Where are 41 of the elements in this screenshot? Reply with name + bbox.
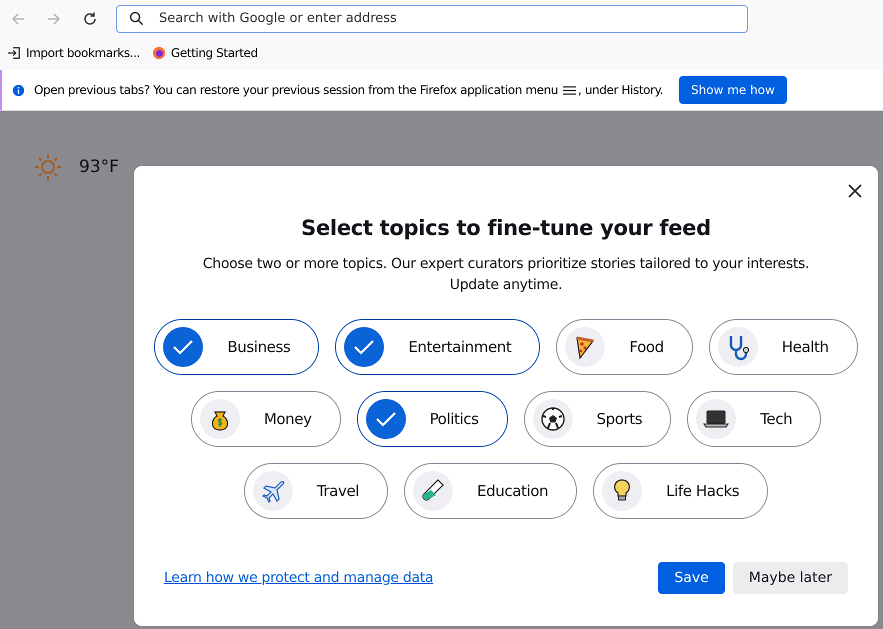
laptop-icon <box>696 399 736 439</box>
topic-chip[interactable]: Entertainment <box>335 319 540 375</box>
topic-chip[interactable]: Life Hacks <box>593 463 768 519</box>
money-bag-icon <box>200 399 240 439</box>
dialog-description: Choose two or more topics. Our expert curators prioritize stories tailored to your interests. Update anytime. <box>202 255 810 295</box>
pizza-icon <box>565 327 606 367</box>
checkmark-icon <box>366 399 406 439</box>
topic-chip[interactable]: Food <box>556 319 693 375</box>
reload-icon[interactable] <box>82 10 98 26</box>
test-tube-icon <box>413 471 454 511</box>
privacy-link[interactable]: Learn how we protect and manage data <box>164 570 434 586</box>
topic-chip[interactable]: Sports <box>524 391 672 447</box>
airplane-icon <box>252 471 293 511</box>
close-button[interactable] <box>846 182 864 200</box>
dialog-title: Select topics to fine-tune your feed <box>301 216 711 240</box>
notification-text: , under History. <box>578 83 663 97</box>
address-bar[interactable]: Search with Google or enter address <box>116 4 748 32</box>
topic-chip[interactable]: Politics <box>356 391 508 447</box>
topic-chip[interactable]: Health <box>708 319 858 375</box>
browser-logo-icon <box>152 46 166 60</box>
topic-chip[interactable]: Business <box>154 319 320 375</box>
maybe-later-button[interactable]: Maybe later <box>732 562 848 594</box>
checkmark-icon <box>163 327 204 367</box>
topic-chip[interactable]: Tech <box>687 391 822 447</box>
checkmark-icon <box>344 327 384 367</box>
topic-chip[interactable]: Money <box>190 391 341 447</box>
info-icon <box>12 84 25 96</box>
bookmark-item[interactable]: Import bookmarks... <box>7 46 140 60</box>
notification-text: Open previous tabs? You can restore your previous session from the Firefox application menu <box>34 83 558 97</box>
stethoscope-icon <box>718 327 758 367</box>
save-button[interactable]: Save <box>658 562 725 594</box>
topic-chip[interactable]: Travel <box>244 463 388 519</box>
temperature-text: 93°F <box>79 157 119 177</box>
lightbulb-icon <box>602 471 642 511</box>
topic-chip[interactable]: Education <box>404 463 578 519</box>
import-icon <box>7 46 21 60</box>
sun-icon <box>34 153 62 181</box>
soccer-ball-icon <box>532 399 572 439</box>
menu-icon <box>563 84 576 96</box>
show-me-how-button[interactable]: Show me how <box>679 76 787 104</box>
bookmark-item[interactable]: Getting Started <box>152 46 258 60</box>
